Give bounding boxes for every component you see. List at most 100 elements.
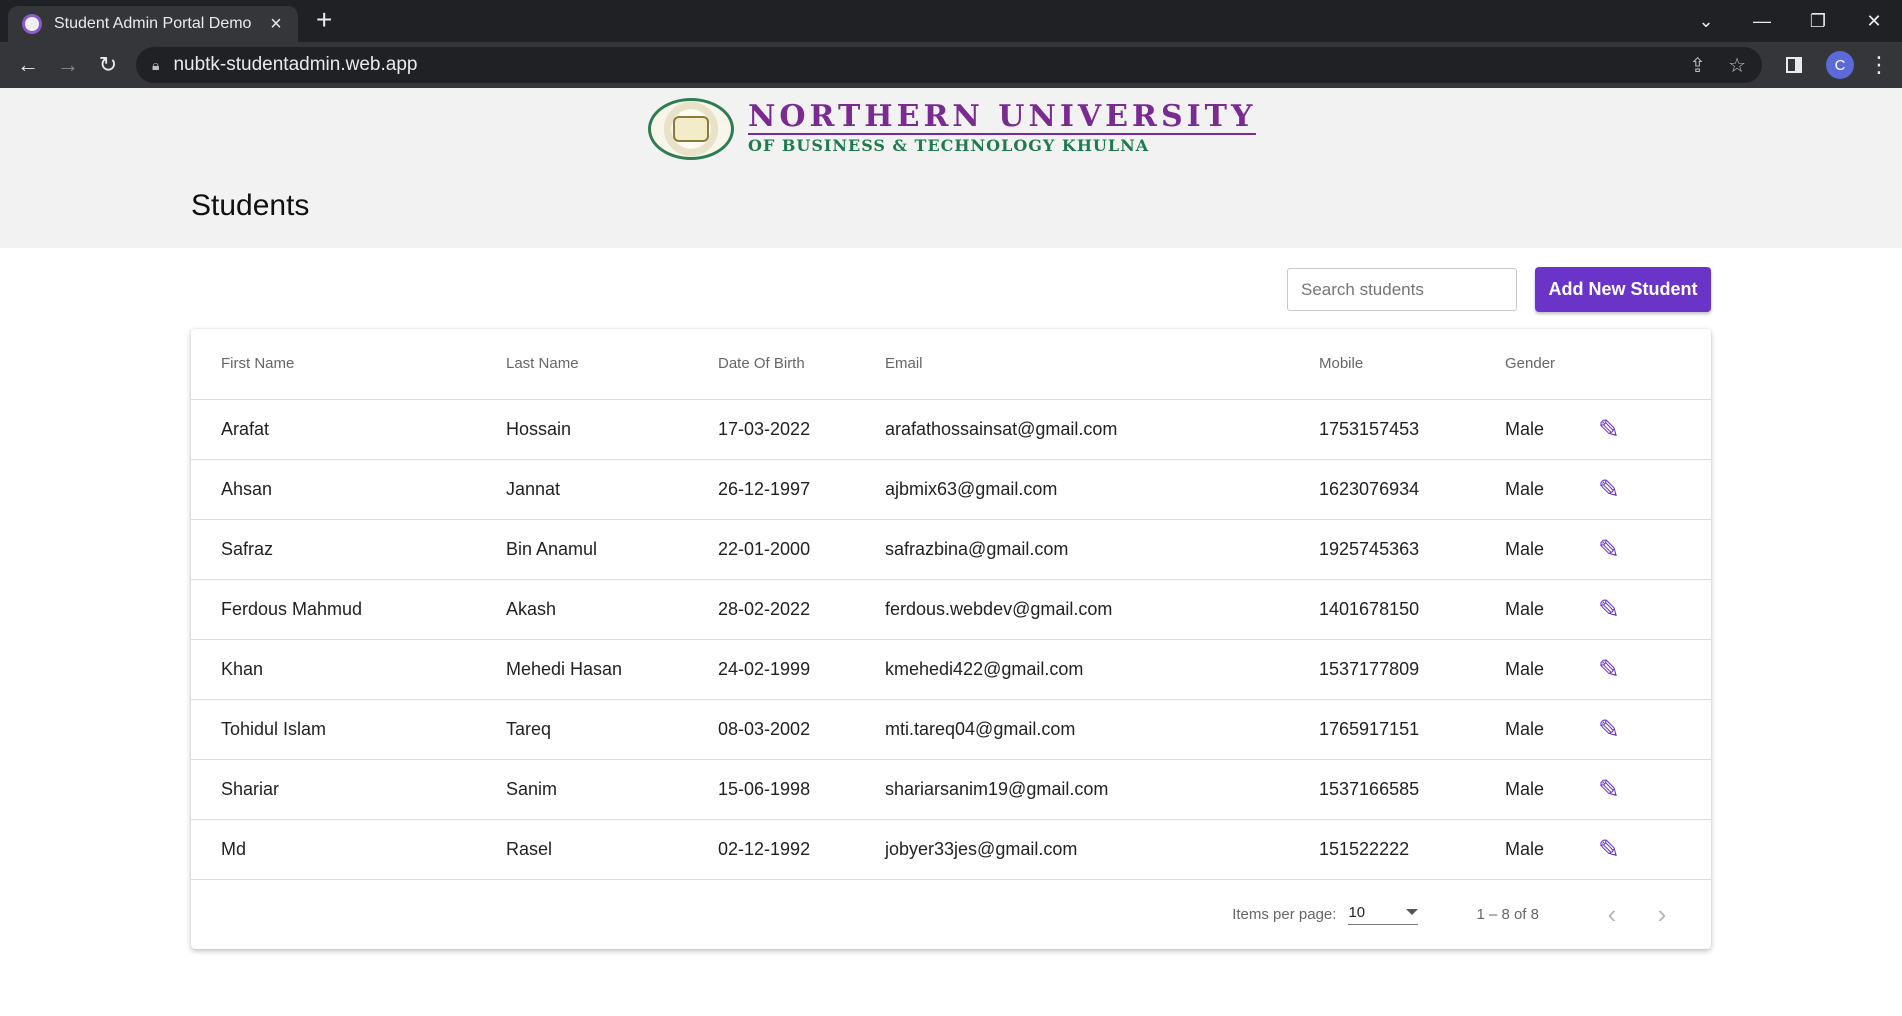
tab-title: Student Admin Portal Demo [54, 15, 252, 32]
kebab-menu-icon[interactable]: ⋮ [1864, 52, 1894, 78]
cell-date-of-birth: 02-12-1992 [718, 819, 885, 880]
browser-tab[interactable]: Student Admin Portal Demo × [8, 6, 298, 42]
cell-mobile: 1753157453 [1319, 399, 1505, 460]
cell-gender: Male [1505, 519, 1598, 580]
cell-email: safrazbina@gmail.com [885, 519, 1319, 580]
university-seal-icon [648, 98, 734, 160]
cell-first-name: Ferdous Mahmud [191, 579, 506, 640]
edit-pencil-icon[interactable]: ✎ [1598, 594, 1620, 625]
cell-date-of-birth: 17-03-2022 [718, 399, 885, 460]
edit-pencil-icon[interactable]: ✎ [1598, 774, 1620, 805]
university-logo: NORTHERN UNIVERSITY OF BUSINESS & TECHNO… [648, 98, 1257, 160]
cell-email: arafathossainsat@gmail.com [885, 399, 1319, 460]
profile-avatar[interactable]: C [1826, 51, 1854, 79]
window-controls: ⌄ — ❐ ✕ [1678, 0, 1902, 42]
cell-gender: Male [1505, 819, 1598, 880]
cell-first-name: Shariar [191, 759, 506, 820]
close-window-icon[interactable]: ✕ [1846, 11, 1902, 32]
cell-last-name: Jannat [506, 459, 718, 520]
table-row[interactable]: Ferdous Mahmud Akash 28-02-2022 ferdous.… [191, 579, 1711, 640]
url-text[interactable]: nubtk-studentadmin.web.app [173, 54, 1667, 76]
cell-date-of-birth: 15-06-1998 [718, 759, 885, 820]
cell-gender: Male [1505, 399, 1598, 460]
previous-page-icon[interactable]: ‹ [1587, 899, 1637, 930]
forward-icon[interactable]: → [48, 52, 88, 78]
close-tab-icon[interactable]: × [264, 13, 288, 36]
edit-pencil-icon[interactable]: ✎ [1598, 534, 1620, 565]
bookmark-star-icon[interactable]: ☆ [1728, 53, 1746, 78]
reload-icon[interactable]: ↻ [88, 52, 128, 78]
cell-email: ajbmix63@gmail.com [885, 459, 1319, 520]
cell-last-name: Mehedi Hasan [506, 639, 718, 700]
table-header-row: First Name Last Name Date Of Birth Email… [191, 329, 1711, 400]
logo-title: NORTHERN UNIVERSITY [748, 99, 1257, 135]
cell-first-name: Md [191, 819, 506, 880]
edit-pencil-icon[interactable]: ✎ [1598, 654, 1620, 685]
items-per-page-label: Items per page: [1232, 905, 1337, 923]
column-header-date-of-birth[interactable]: Date Of Birth [718, 329, 885, 400]
table-row[interactable]: Md Rasel 02-12-1992 jobyer33jes@gmail.co… [191, 819, 1711, 880]
cell-date-of-birth: 24-02-1999 [718, 639, 885, 700]
cell-gender: Male [1505, 699, 1598, 760]
cell-email: mti.tareq04@gmail.com [885, 699, 1319, 760]
cell-email: ferdous.webdev@gmail.com [885, 579, 1319, 640]
edit-pencil-icon[interactable]: ✎ [1598, 714, 1620, 745]
cell-last-name: Tareq [506, 699, 718, 760]
edit-pencil-icon[interactable]: ✎ [1598, 414, 1620, 445]
edit-pencil-icon[interactable]: ✎ [1598, 474, 1620, 505]
cell-email: jobyer33jes@gmail.com [885, 819, 1319, 880]
restore-icon[interactable]: ❐ [1790, 11, 1846, 32]
items-per-page-value[interactable]: 10 [1348, 904, 1365, 921]
browser-toolbar: ← → ↻ 🔒︎ nubtk-studentadmin.web.app ⇪ ☆ … [0, 42, 1902, 88]
browser-tab-bar: Student Admin Portal Demo × + ⌄ — ❐ ✕ [0, 0, 1902, 42]
minimize-icon[interactable]: — [1734, 11, 1790, 32]
cell-mobile: 1925745363 [1319, 519, 1505, 580]
table-row[interactable]: Khan Mehedi Hasan 24-02-1999 kmehedi422@… [191, 639, 1711, 700]
table-row[interactable]: Arafat Hossain 17-03-2022 arafathossains… [191, 399, 1711, 460]
column-header-actions [1598, 329, 1711, 400]
page-header: NORTHERN UNIVERSITY OF BUSINESS & TECHNO… [0, 88, 1902, 248]
column-header-email[interactable]: Email [885, 329, 1319, 400]
column-header-mobile[interactable]: Mobile [1319, 329, 1505, 400]
search-input[interactable] [1287, 268, 1517, 311]
cell-last-name: Sanim [506, 759, 718, 820]
cell-last-name: Akash [506, 579, 718, 640]
cell-gender: Male [1505, 759, 1598, 820]
cell-mobile: 151522222 [1319, 819, 1505, 880]
cell-date-of-birth: 08-03-2002 [718, 699, 885, 760]
next-page-icon[interactable]: › [1637, 899, 1687, 930]
cell-last-name: Hossain [506, 399, 718, 460]
logo-subtitle: OF BUSINESS & TECHNOLOGY KHULNA [748, 136, 1150, 155]
cell-first-name: Tohidul Islam [191, 699, 506, 760]
table-row[interactable]: Ahsan Jannat 26-12-1997 ajbmix63@gmail.c… [191, 459, 1711, 520]
column-header-first-name[interactable]: First Name [191, 329, 506, 400]
cell-gender: Male [1505, 639, 1598, 700]
cell-mobile: 1537177809 [1319, 639, 1505, 700]
cell-email: kmehedi422@gmail.com [885, 639, 1319, 700]
cell-gender: Male [1505, 459, 1598, 520]
column-header-gender[interactable]: Gender [1505, 329, 1598, 400]
cell-gender: Male [1505, 579, 1598, 640]
address-bar[interactable]: 🔒︎ nubtk-studentadmin.web.app ⇪ ☆ [136, 47, 1762, 83]
column-header-last-name[interactable]: Last Name [506, 329, 718, 400]
cell-last-name: Bin Anamul [506, 519, 718, 580]
dropdown-arrow-icon[interactable] [1406, 909, 1419, 915]
students-table: First Name Last Name Date Of Birth Email… [191, 329, 1711, 880]
add-new-student-button[interactable]: Add New Student [1535, 267, 1711, 312]
cell-date-of-birth: 22-01-2000 [718, 519, 885, 580]
share-icon[interactable]: ⇪ [1689, 53, 1706, 78]
side-panel-icon[interactable] [1786, 57, 1802, 73]
table-row[interactable]: Shariar Sanim 15-06-1998 shariarsanim19@… [191, 759, 1711, 820]
page-title: Students [191, 189, 310, 222]
table-row[interactable]: Safraz Bin Anamul 22-01-2000 safrazbina@… [191, 519, 1711, 580]
edit-pencil-icon[interactable]: ✎ [1598, 834, 1620, 865]
paginator: Items per page: 10 1 – 8 of 8 ‹ › [191, 879, 1711, 949]
new-tab-icon[interactable]: + [316, 4, 332, 36]
table-row[interactable]: Tohidul Islam Tareq 08-03-2002 mti.tareq… [191, 699, 1711, 760]
lock-icon[interactable]: 🔒︎ [152, 57, 159, 74]
students-table-card: First Name Last Name Date Of Birth Email… [191, 329, 1711, 949]
items-per-page-select[interactable]: 10 [1348, 904, 1419, 925]
tab-search-icon[interactable]: ⌄ [1678, 11, 1734, 32]
cell-mobile: 1401678150 [1319, 579, 1505, 640]
back-icon[interactable]: ← [8, 52, 48, 78]
